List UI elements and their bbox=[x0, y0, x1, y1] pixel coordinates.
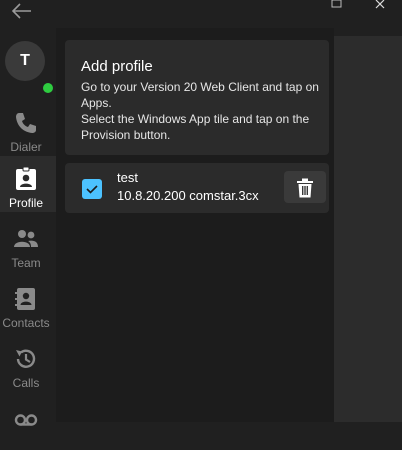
checkmark-icon bbox=[86, 185, 98, 194]
profile-name: test bbox=[117, 170, 138, 185]
nav-contacts[interactable]: Contacts bbox=[0, 276, 56, 332]
nav-label-team: Team bbox=[11, 256, 41, 270]
add-profile-instruction-2: Select the Windows App tile and tap on t… bbox=[81, 112, 310, 142]
delete-profile-button[interactable] bbox=[284, 171, 326, 203]
nav-profile[interactable]: Profile bbox=[0, 156, 56, 212]
nav-calls[interactable]: Calls bbox=[0, 336, 56, 392]
close-icon[interactable] bbox=[372, 0, 392, 10]
sidebar: T Dialer Profile Team Contacts Calls bbox=[0, 28, 56, 426]
address-book-icon bbox=[15, 288, 35, 310]
nav-dialer[interactable]: Dialer bbox=[0, 100, 56, 156]
nav-label-dialer: Dialer bbox=[10, 140, 42, 154]
detail-panel bbox=[334, 36, 402, 422]
nav-label-profile: Profile bbox=[8, 196, 43, 210]
id-badge-icon bbox=[16, 166, 36, 190]
main-panel: Add profile Go to your Version 20 Web Cl… bbox=[56, 28, 334, 422]
add-profile-title: Add profile bbox=[81, 58, 153, 75]
profile-checkbox[interactable] bbox=[82, 179, 102, 199]
nav-label-contacts: Contacts bbox=[2, 316, 50, 330]
nav-label-calls: Calls bbox=[12, 376, 40, 390]
add-profile-instructions: Go to your Version 20 Web Client and tap… bbox=[81, 79, 321, 143]
trash-icon bbox=[297, 178, 313, 198]
profile-row[interactable]: test 10.8.20.200 comstar.3cx bbox=[65, 163, 329, 213]
voicemail-icon bbox=[14, 414, 38, 426]
title-bar bbox=[0, 0, 402, 28]
add-profile-card: Add profile Go to your Version 20 Web Cl… bbox=[65, 40, 329, 155]
people-icon bbox=[14, 230, 38, 247]
restore-icon[interactable] bbox=[327, 0, 347, 10]
presence-status-dot bbox=[41, 81, 55, 95]
avatar-initial: T bbox=[20, 52, 30, 69]
nav-voicemail[interactable] bbox=[0, 394, 56, 450]
arrow-left-icon[interactable] bbox=[9, 1, 33, 21]
phone-icon bbox=[16, 113, 36, 133]
avatar[interactable]: T bbox=[5, 41, 55, 95]
profile-address: 10.8.20.200 comstar.3cx bbox=[117, 188, 259, 203]
history-icon bbox=[16, 349, 36, 368]
nav-team[interactable]: Team bbox=[0, 216, 56, 272]
add-profile-instruction-1: Go to your Version 20 Web Client and tap… bbox=[81, 80, 319, 110]
